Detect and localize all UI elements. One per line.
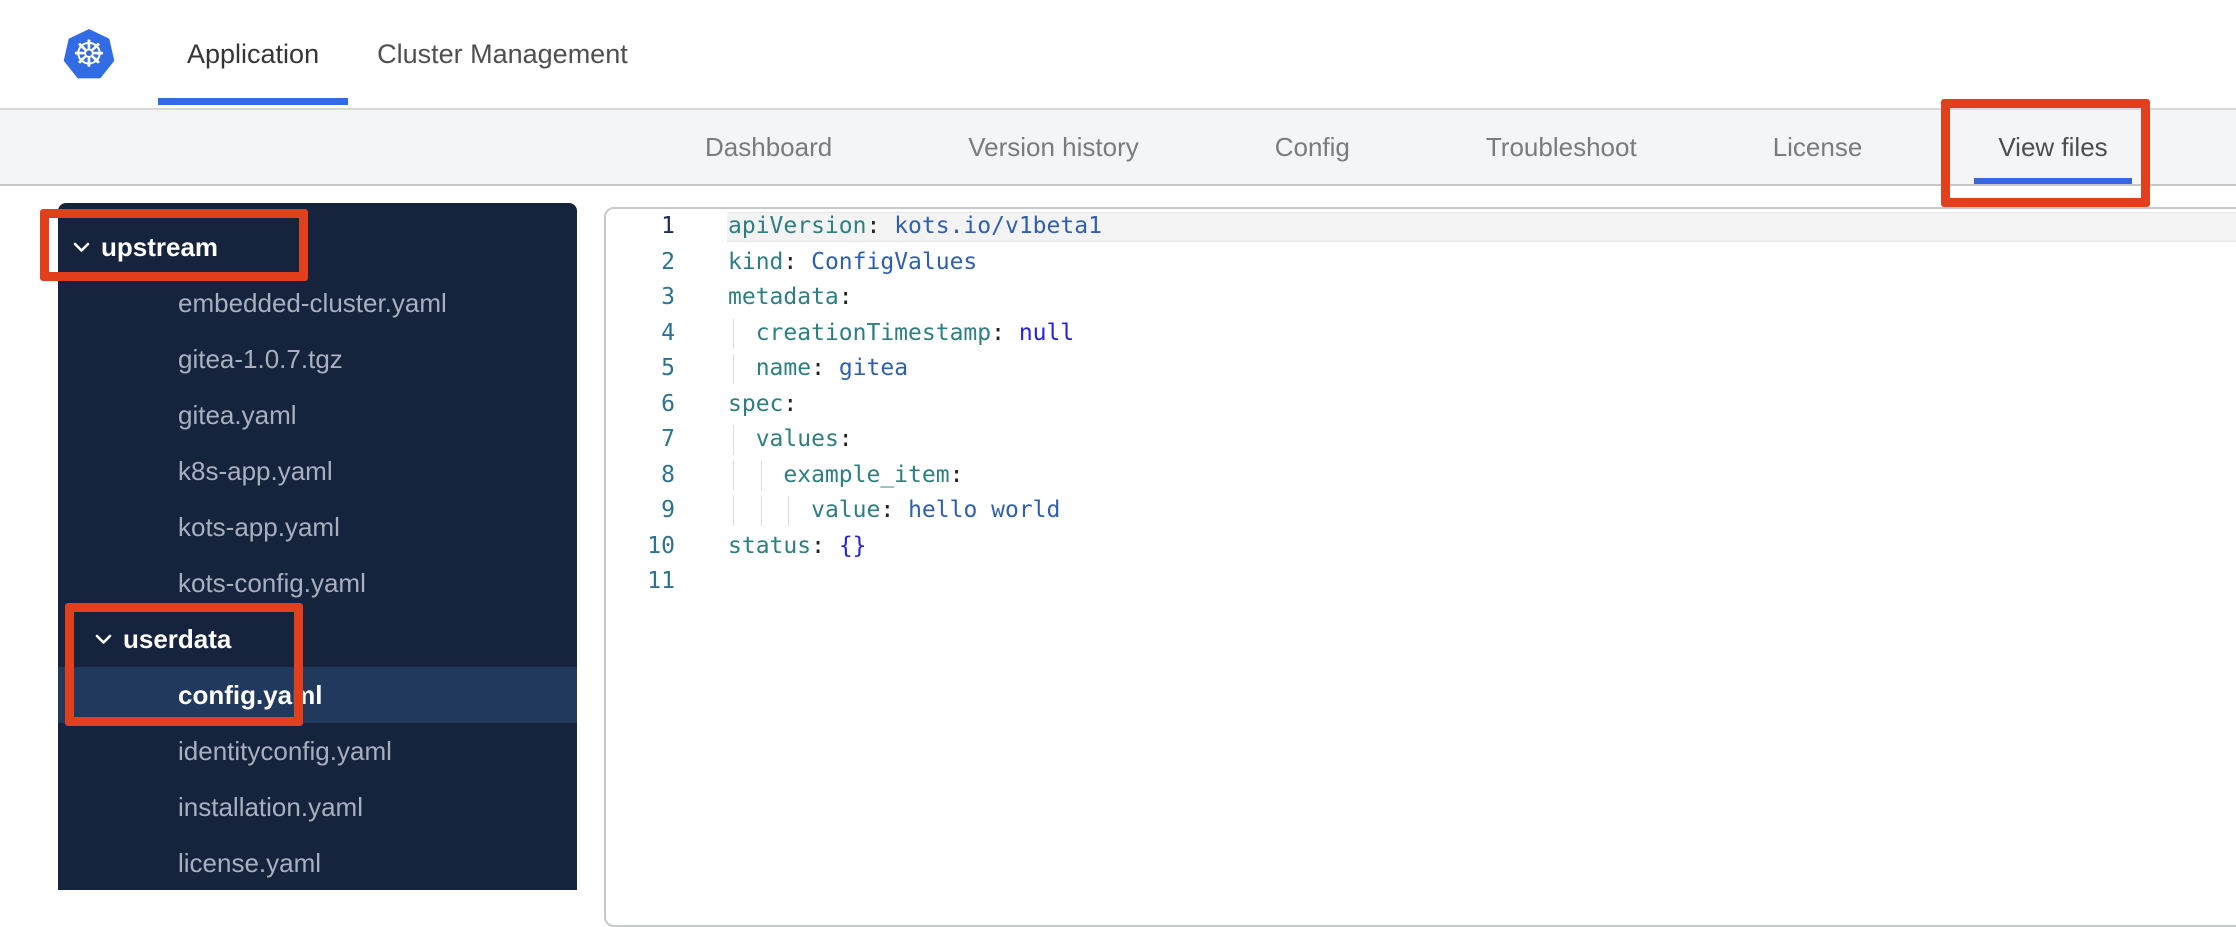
nav-tab-version-history[interactable]: Version history <box>968 110 1139 184</box>
nav-tab-config[interactable]: Config <box>1275 110 1350 184</box>
tree-item-label: k8s-app.yaml <box>178 455 333 486</box>
tree-file-installation-yaml[interactable]: installation.yaml <box>58 779 577 835</box>
line-number: 7 <box>661 426 675 452</box>
tree-file-kots-app-yaml[interactable]: kots-app.yaml <box>58 499 577 555</box>
kots-admin-console: ☸ Application Cluster Management Dashboar… <box>0 0 2236 927</box>
tree-item-label: kots-app.yaml <box>178 511 340 542</box>
code-text: creationTimestamp: null <box>755 319 1075 346</box>
tree-item-label: gitea.yaml <box>178 399 297 430</box>
tree-item-label: gitea-1.0.7.tgz <box>178 343 343 374</box>
header-tab-application[interactable]: Application <box>158 0 349 108</box>
code-text: name: gitea <box>755 355 909 381</box>
tree-item-label: embedded-cluster.yaml <box>178 287 447 318</box>
chevron-down-icon[interactable] <box>95 634 112 645</box>
code-text: apiVersion: kots.io/v1beta1 <box>728 213 1102 239</box>
line-number: 9 <box>661 497 675 523</box>
line-number: 3 <box>661 284 675 310</box>
tree-folder-upstream[interactable]: upstream <box>58 219 577 275</box>
line-number: 5 <box>661 355 675 381</box>
line-number: 2 <box>661 248 675 275</box>
code-line-5[interactable]: 5 name: gitea <box>606 351 2236 387</box>
tree-file-identityconfig-yaml[interactable]: identityconfig.yaml <box>58 723 577 779</box>
code-line-3[interactable]: 3 metadata: <box>606 280 2236 316</box>
tree-file-license-yaml[interactable]: license.yaml <box>58 835 577 890</box>
code-line-8[interactable]: 8 example_item: <box>606 458 2236 494</box>
tree-file-config-yaml[interactable]: config.yaml <box>58 667 577 723</box>
code-text: spec: <box>728 390 798 417</box>
chevron-down-icon[interactable] <box>73 242 90 253</box>
line-number: 10 <box>647 532 675 559</box>
code-line-11[interactable]: 11 <box>606 564 2236 600</box>
kubernetes-logo-icon[interactable]: ☸ <box>62 27 116 85</box>
tree-folder-userdata[interactable]: userdata <box>58 611 577 667</box>
code-text: metadata: <box>728 284 853 310</box>
tree-file-embedded-cluster-yaml[interactable]: embedded-cluster.yaml <box>58 275 577 331</box>
tree-item-label: license.yaml <box>178 847 322 878</box>
code-line-2[interactable]: 2 kind: ConfigValues <box>606 245 2236 281</box>
helm-wheel-glyph: ☸ <box>72 33 105 76</box>
tree-file-kots-config-yaml[interactable]: kots-config.yaml <box>58 555 577 611</box>
kubernetes-helm-wheel-icon: ☸ <box>63 29 115 79</box>
code-text: values: <box>755 426 853 452</box>
line-number: 8 <box>661 461 675 488</box>
line-number: 6 <box>661 390 675 417</box>
line-number: 11 <box>647 568 675 594</box>
nav-tab-dashboard[interactable]: Dashboard <box>705 110 832 184</box>
tree-item-label: identityconfig.yaml <box>178 735 392 766</box>
code-text: value: hello world <box>811 497 1061 523</box>
code-line-1[interactable]: 1 apiVersion: kots.io/v1beta1 <box>606 209 2236 245</box>
tree-item-label: upstream <box>101 231 219 262</box>
yaml-file-viewer[interactable]: 1 apiVersion: kots.io/v1beta1 2 kind: Confi… <box>604 207 2236 927</box>
app-section-nav: Dashboard Version history Config Troublesho… <box>0 110 2236 186</box>
code-line-4[interactable]: 4 creationTimestamp: null <box>606 316 2236 352</box>
tree-file-gitea-1-0-7-tgz[interactable]: gitea-1.0.7.tgz <box>58 331 577 387</box>
code-line-6[interactable]: 6 spec: <box>606 387 2236 423</box>
app-header: ☸ Application Cluster Management <box>0 0 2236 110</box>
header-tabs: Application Cluster Management <box>158 0 657 108</box>
code-line-7[interactable]: 7 values: <box>606 422 2236 458</box>
code-text: kind: ConfigValues <box>728 248 978 275</box>
tree-file-k8s-app-yaml[interactable]: k8s-app.yaml <box>58 443 577 499</box>
tree-item-label: installation.yaml <box>178 791 363 822</box>
tree-item-label: userdata <box>123 623 232 654</box>
line-number: 1 <box>661 213 675 239</box>
file-tree-sidebar: upstream embedded-cluster.yaml gitea-1.0.7… <box>58 203 577 890</box>
tree-item-label: kots-config.yaml <box>178 567 366 598</box>
code-text: status: {} <box>728 532 867 559</box>
section-tabs: Dashboard Version history Config Troublesho… <box>705 110 2133 184</box>
nav-tab-troubleshoot[interactable]: Troubleshoot <box>1486 110 1637 184</box>
code-lines: 1 apiVersion: kots.io/v1beta1 2 kind: Confi… <box>606 209 2236 600</box>
nav-tab-view-files[interactable]: View files <box>1974 110 2133 184</box>
nav-tab-license[interactable]: License <box>1773 110 1863 184</box>
code-line-10[interactable]: 10 status: {} <box>606 529 2236 565</box>
code-text: example_item: <box>783 461 964 488</box>
tree-file-gitea-yaml[interactable]: gitea.yaml <box>58 387 577 443</box>
code-line-9[interactable]: 9 value: hello world <box>606 493 2236 529</box>
tree-item-label: config.yaml <box>178 679 323 710</box>
header-tab-cluster-management[interactable]: Cluster Management <box>348 0 657 108</box>
line-number: 4 <box>661 319 675 346</box>
